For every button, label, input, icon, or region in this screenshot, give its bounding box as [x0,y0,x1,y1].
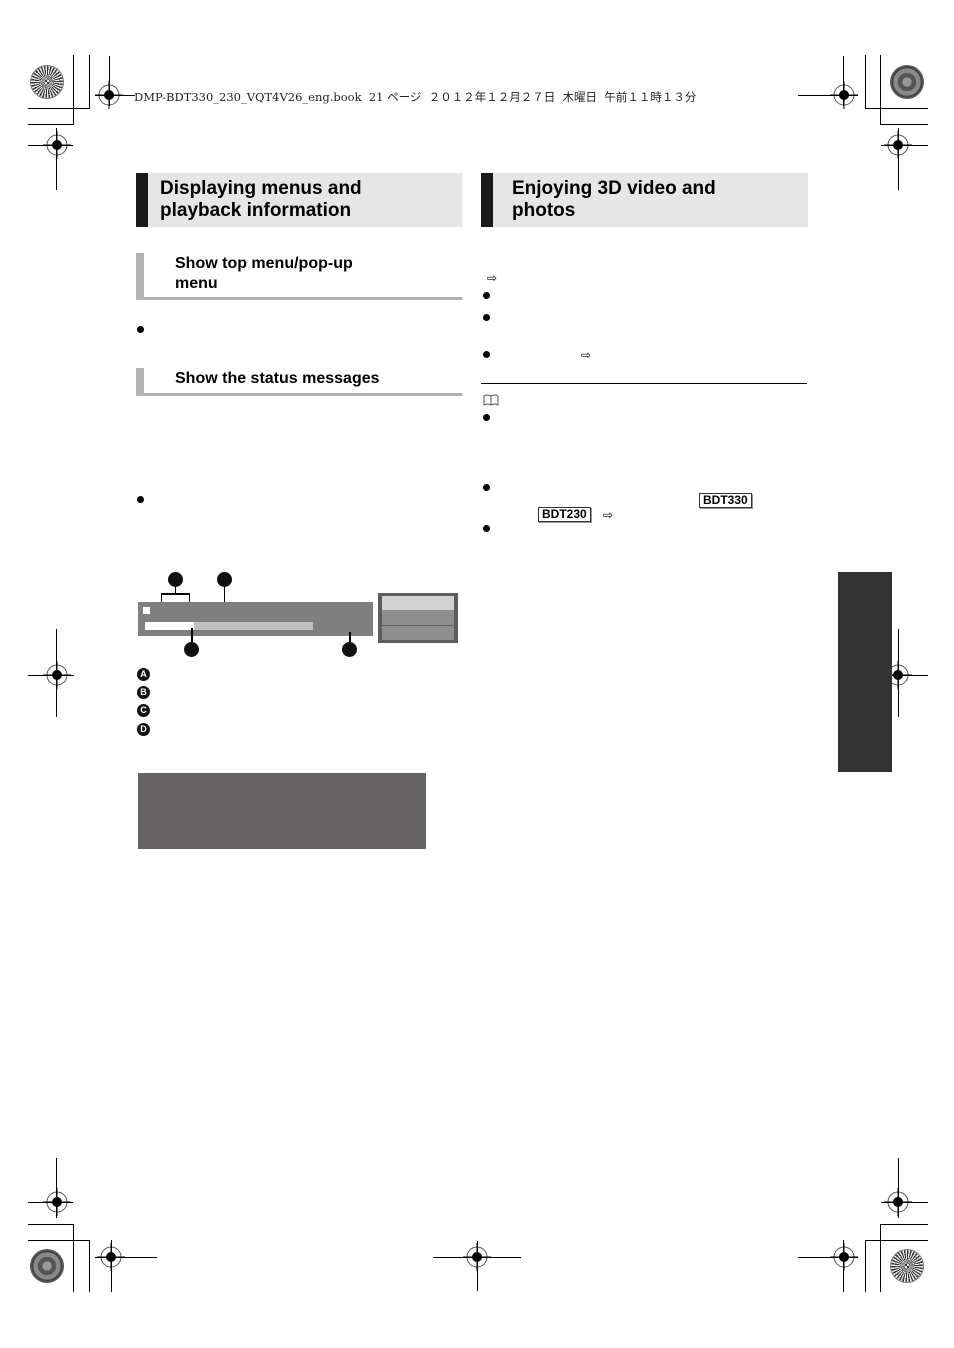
model-badge-bdt330: BDT330 [699,493,752,508]
color-rosette-icon [891,1250,923,1282]
progress-track [145,622,313,630]
subheading-line1: Show the status messages [175,370,380,387]
legend-letter-c: C [137,704,150,717]
bullet [483,351,490,358]
status-bar [138,602,373,636]
bullet [483,525,490,532]
chapter-side-tab [838,572,892,772]
legend-letter-b: B [137,686,150,699]
section-heading-line2: photos [512,200,576,221]
callout-d [342,642,357,657]
progress-fill [145,622,194,630]
bullet [483,314,490,321]
subheading-top-menu: Show top menu/pop-up menu [136,253,462,300]
print-header: DMP-BDT330_230_VQT4V26_eng.book 21 ページ ２… [134,90,697,104]
menu-row-highlighted [382,596,454,610]
color-rosette-icon [31,1250,63,1282]
legend-letter-a: A [137,668,150,681]
popup-menu-preview [378,593,458,643]
section-heading-3d: Enjoying 3D video and photos [481,173,808,227]
arrow-reference-icon: ⇨ [603,508,614,522]
divider [481,383,807,384]
subheading-line1: Show top menu/pop-up [175,255,353,272]
color-rosette-icon [891,66,923,98]
color-rosette-icon [31,66,63,98]
model-badge-bdt230: BDT230 [538,507,591,522]
legend-letter-d: D [137,723,150,736]
info-box [138,773,426,849]
arrow-reference-icon: ⇨ [487,271,498,285]
menu-row [382,626,454,640]
bullet [137,326,144,333]
subheading-line2: menu [175,275,218,292]
bullet [137,496,144,503]
subheading-status-messages: Show the status messages [136,368,462,396]
book-icon [483,394,499,406]
menu-row [382,610,454,625]
bullet [483,292,490,299]
section-heading-line2: playback information [160,200,352,221]
arrow-reference-icon: ⇨ [581,348,592,362]
callout-c [184,642,199,657]
play-status-icon [143,607,150,614]
section-heading-line1: Enjoying 3D video and [512,178,716,199]
bullet [483,414,490,421]
bullet [483,484,490,491]
callout-a [168,572,183,587]
callout-b [217,572,232,587]
section-heading-line1: Displaying menus and [160,178,362,199]
section-heading-menus: Displaying menus and playback informatio… [136,173,462,227]
